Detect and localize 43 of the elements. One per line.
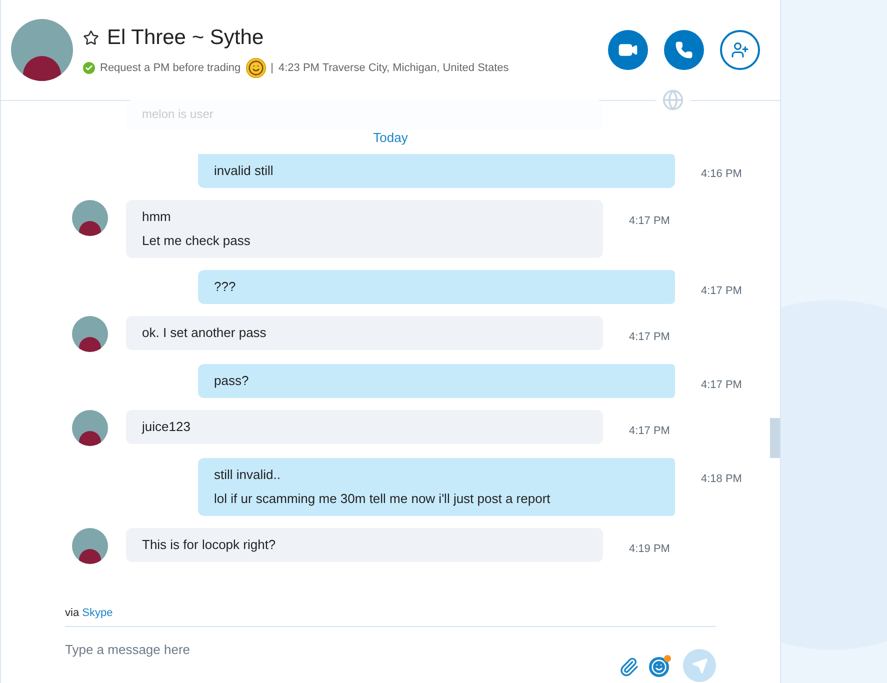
attach-icon[interactable] xyxy=(619,657,639,677)
add-person-button[interactable] xyxy=(720,30,760,70)
message-time: 4:18 PM xyxy=(701,472,742,486)
message-text: This is for locopk right? xyxy=(142,536,277,554)
message-time: 4:17 PM xyxy=(629,214,670,228)
message-time: 4:17 PM xyxy=(629,330,670,344)
mood-message: Request a PM before trading xyxy=(100,60,241,76)
via-label: via xyxy=(65,607,80,619)
status-icon xyxy=(83,62,95,74)
video-call-button[interactable] xyxy=(608,30,648,70)
send-icon xyxy=(692,658,708,674)
add-person-icon xyxy=(731,41,749,59)
message-text: pass? xyxy=(214,372,250,390)
message-text: juice123 xyxy=(142,418,192,436)
contact-name: El Three ~ Sythe xyxy=(107,25,264,52)
favorite-star-icon[interactable] xyxy=(83,30,99,46)
local-time-location: 4:23 PM Traverse City, Michigan, United States xyxy=(278,60,509,76)
message-text: ok. I set another pass xyxy=(142,324,268,342)
avatar xyxy=(72,316,108,352)
globe-icon xyxy=(662,89,684,111)
message-time: 4:17 PM xyxy=(701,284,742,298)
message-text: Let me check pass xyxy=(142,232,252,250)
message-text: invalid still xyxy=(214,162,274,180)
message-time: 4:17 PM xyxy=(629,424,670,438)
message-time: 4:17 PM xyxy=(701,378,742,392)
call-button[interactable] xyxy=(664,30,704,70)
avatar xyxy=(72,410,108,446)
message-text: lol if ur scamming me 30m tell me now i'll just post a report xyxy=(214,490,552,508)
message-text: hmm xyxy=(142,208,172,226)
message-time: 4:19 PM xyxy=(629,542,670,556)
date-divider: Today xyxy=(373,129,408,147)
skype-link[interactable]: Skype xyxy=(82,607,113,619)
message-text: ??? xyxy=(214,278,237,296)
smiley-icon xyxy=(246,58,266,78)
message-text: still invalid.. xyxy=(214,466,282,484)
avatar xyxy=(72,200,108,236)
scrollbar-thumb[interactable] xyxy=(770,418,780,458)
message-time: 4:16 PM xyxy=(701,166,742,182)
phone-icon xyxy=(675,41,693,59)
separator: | xyxy=(270,60,274,76)
message-input[interactable]: Type a message here xyxy=(65,639,619,659)
avatar xyxy=(72,528,108,564)
emoticon-icon[interactable] xyxy=(649,657,669,677)
